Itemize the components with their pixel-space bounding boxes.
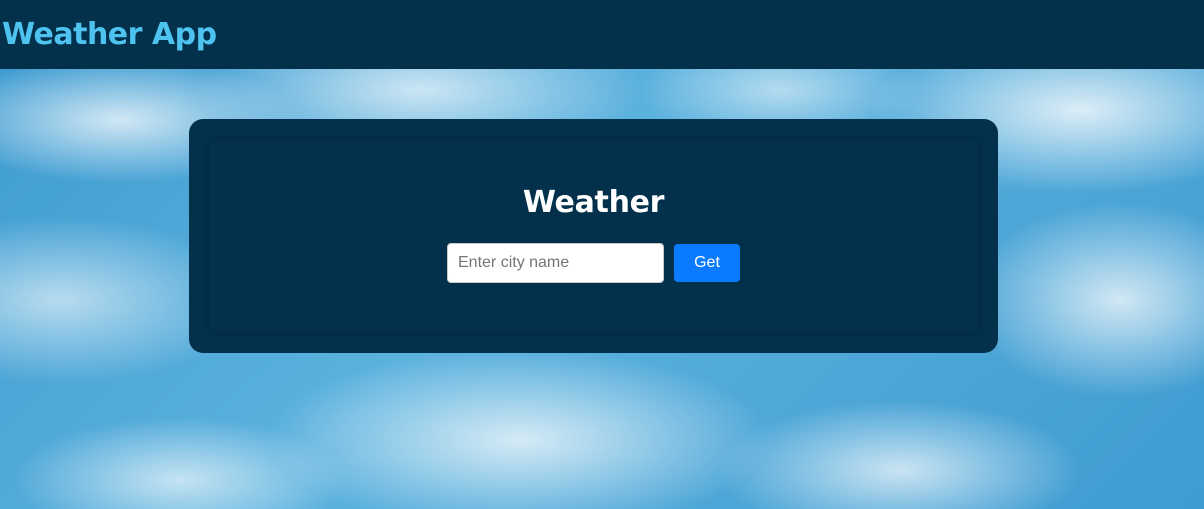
card-title: Weather bbox=[522, 185, 665, 220]
weather-card: Weather Get bbox=[189, 119, 998, 353]
city-search-input[interactable] bbox=[447, 243, 664, 283]
get-weather-button[interactable]: Get bbox=[674, 244, 740, 282]
app-brand[interactable]: Weather App bbox=[2, 17, 217, 52]
search-row: Get bbox=[447, 243, 740, 283]
weather-card-inner bbox=[209, 139, 978, 333]
top-navbar: Weather App bbox=[0, 0, 1204, 69]
